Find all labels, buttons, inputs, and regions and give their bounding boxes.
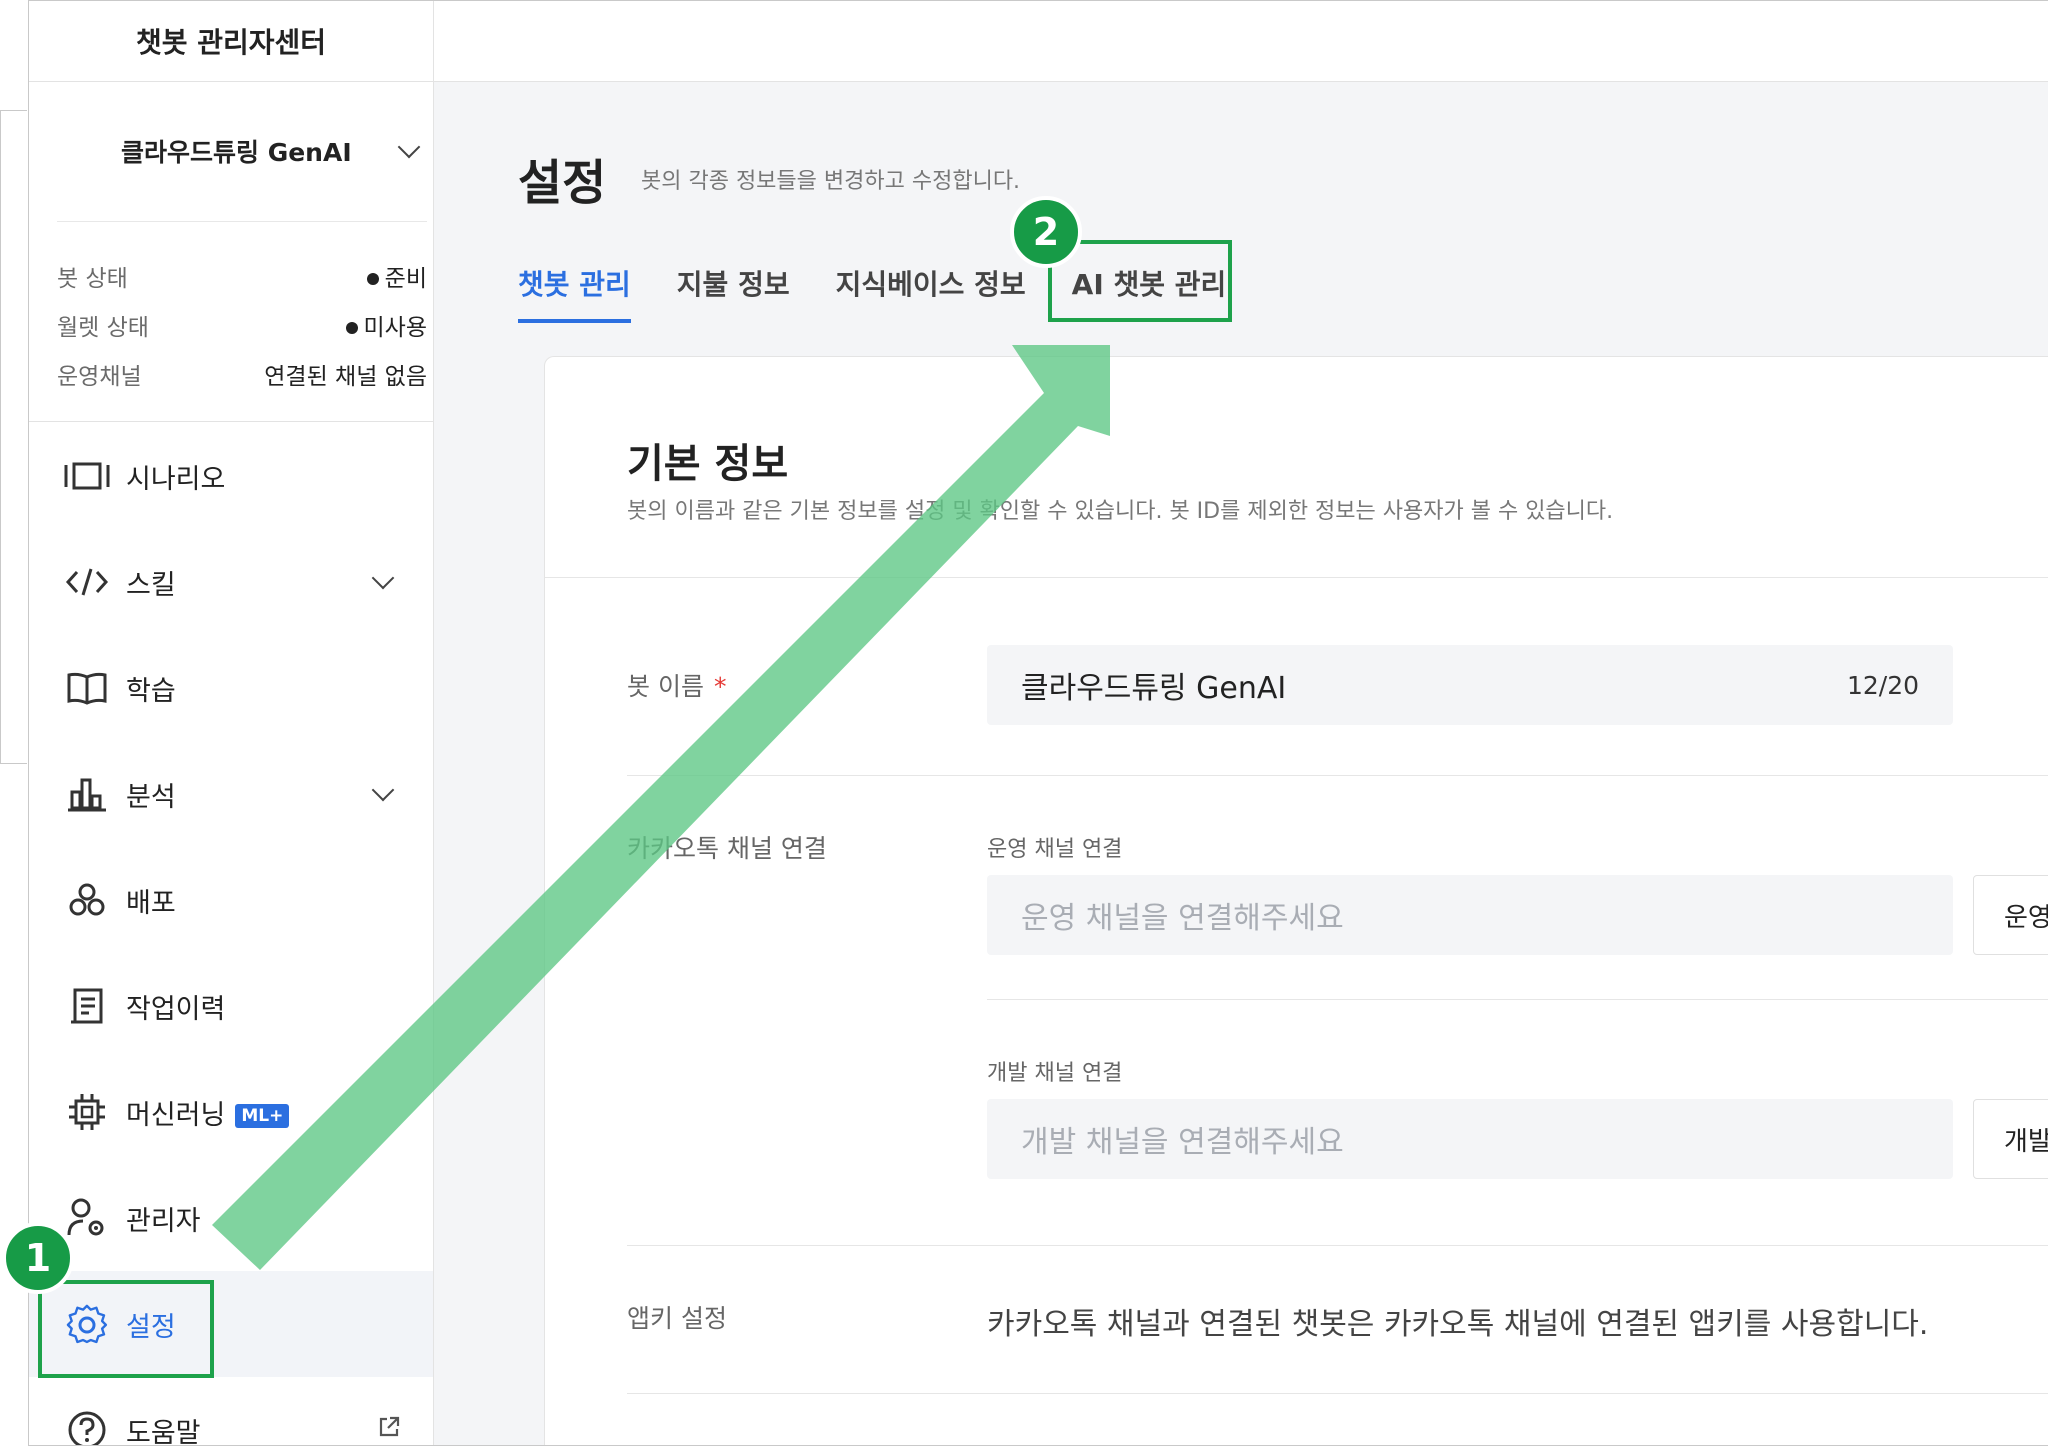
status-value-text: 준비: [384, 265, 427, 292]
char-counter: 12/20: [1846, 670, 1919, 700]
sidebar-item-learning[interactable]: 학습: [29, 635, 433, 741]
tab-payment-info[interactable]: 지불 정보: [677, 263, 790, 323]
required-mark: *: [713, 672, 727, 701]
sidebar-item-help[interactable]: 도움말: [29, 1377, 433, 1446]
status-row-channel: 운영채널 연결된 채널 없음: [57, 349, 427, 398]
sidebar-item-label: 분석: [126, 781, 176, 813]
step-badge-2: 2: [1010, 196, 1082, 268]
bot-selector-name: 클라우드튜링 GenAI: [121, 138, 352, 167]
sidebar-item-analytics[interactable]: 분석: [29, 741, 433, 847]
bot-name-label: 봇 이름 *: [627, 667, 726, 703]
status-value-text: 미사용: [363, 314, 427, 341]
chevron-down-icon: [371, 566, 395, 590]
app-title: 챗봇 관리자센터: [29, 1, 433, 82]
chart-icon: [63, 770, 111, 818]
chevron-down-icon: [397, 135, 421, 159]
sidebar-item-label: 작업이력: [126, 993, 226, 1025]
sidebar-item-machine-learning[interactable]: 머신러닝 ML+: [29, 1059, 433, 1165]
dev-channel-connect-button[interactable]: 개발 채널 연결: [1973, 1099, 2048, 1179]
help-icon: [63, 1406, 111, 1445]
kakao-channel-label: 카카오톡 채널 연결: [627, 834, 827, 863]
sidebar-item-history[interactable]: 작업이력: [29, 953, 433, 1059]
divider: [29, 421, 433, 422]
ml-plus-badge: ML+: [235, 1104, 290, 1128]
status-label: 운영채널: [57, 363, 142, 390]
page-subtitle: 봇의 각종 정보들을 변경하고 수정합니다.: [641, 169, 1021, 194]
deploy-icon: [63, 876, 111, 924]
sidebar-item-label-text: 머신러닝: [126, 1099, 226, 1131]
section-subtitle: 봇의 이름과 같은 기본 정보를 설정 및 확인할 수 있습니다. 봇 ID를 …: [627, 499, 1614, 524]
sidebar-item-label: 머신러닝 ML+: [126, 1093, 290, 1132]
top-bar: [434, 1, 2048, 82]
tab-chatbot-management[interactable]: 챗봇 관리: [518, 263, 631, 323]
sidebar-item-deploy[interactable]: 배포: [29, 847, 433, 953]
step-badge-1: 1: [2, 1222, 74, 1294]
background-window-edge: [0, 110, 27, 764]
divider: [987, 999, 2048, 1000]
sidebar-item-scenario[interactable]: 시나리오: [29, 423, 433, 529]
bot-name-label-text: 봇 이름: [627, 672, 704, 701]
status-value: 준비: [366, 259, 427, 293]
dev-channel-label: 개발 채널 연결: [987, 1061, 1123, 1086]
chevron-down-icon: [371, 778, 395, 802]
divider: [627, 775, 2048, 776]
sidebar-item-label: 도움말: [126, 1417, 201, 1446]
sidebar-item-label: 시나리오: [126, 463, 226, 495]
status-dot-icon: [366, 273, 379, 285]
bot-status-block: 봇 상태 준비 월렛 상태 미사용 운영채널 연결된 채널 없음: [57, 251, 427, 398]
status-value-text: 연결된 채널 없음: [264, 363, 427, 390]
history-icon: [63, 982, 111, 1030]
highlight-settings-box: [38, 1280, 214, 1378]
bot-name-input[interactable]: 클라우드튜링 GenAI 12/20: [987, 645, 1953, 725]
sidebar-item-admin[interactable]: 관리자: [29, 1165, 433, 1271]
external-link-icon: [377, 1415, 401, 1446]
ops-channel-connect-button[interactable]: 운영 채널 연결: [1973, 875, 2048, 955]
basic-info-card: 기본 정보 봇의 이름과 같은 기본 정보를 설정 및 확인할 수 있습니다. …: [544, 356, 2048, 1445]
status-dot-icon: [345, 322, 358, 334]
section-title: 기본 정보: [627, 441, 789, 487]
status-value: 미사용: [345, 308, 427, 342]
sidebar-item-label: 관리자: [126, 1205, 201, 1237]
sidebar: 챗봇 관리자센터 클라우드튜링 GenAI 봇 상태 준비 월렛 상태 미사용 …: [29, 1, 434, 1445]
sidebar-item-label: 배포: [126, 887, 176, 919]
sidebar-item-skill[interactable]: 스킬: [29, 529, 433, 635]
sidebar-item-label: 학습: [126, 675, 176, 707]
sidebar-item-label: 스킬: [126, 569, 176, 601]
dev-channel-input[interactable]: 개발 채널을 연결해주세요: [987, 1099, 1953, 1179]
divider: [545, 577, 2048, 578]
code-icon: [63, 558, 111, 606]
tab-knowledge-base-info[interactable]: 지식베이스 정보: [836, 263, 1026, 323]
status-row-wallet: 월렛 상태 미사용: [57, 300, 427, 349]
chip-icon: [63, 1088, 111, 1136]
divider: [57, 221, 427, 222]
divider: [627, 1393, 2048, 1394]
status-label: 월렛 상태: [57, 314, 149, 341]
bot-name-value: 클라우드튜링 GenAI: [1021, 671, 1287, 706]
divider: [627, 1245, 2048, 1246]
scenario-icon: [63, 452, 111, 500]
status-label: 봇 상태: [57, 265, 128, 292]
admin-icon: [63, 1194, 111, 1242]
status-row-bot: 봇 상태 준비: [57, 251, 427, 300]
appkey-label: 앱키 설정: [627, 1304, 727, 1333]
book-icon: [63, 664, 111, 712]
ops-channel-input[interactable]: 운영 채널을 연결해주세요: [987, 875, 1953, 955]
page-title: 설정: [518, 155, 607, 211]
appkey-description: 카카오톡 채널과 연결된 챗봇은 카카오톡 채널에 연결된 앱키를 사용합니다.: [987, 1307, 1929, 1342]
main-content: 설정 봇의 각종 정보들을 변경하고 수정합니다. 챗봇 관리 지불 정보 지식…: [434, 1, 2048, 1445]
bot-selector[interactable]: 클라우드튜링 GenAI: [57, 121, 427, 181]
ops-channel-label: 운영 채널 연결: [987, 837, 1123, 862]
